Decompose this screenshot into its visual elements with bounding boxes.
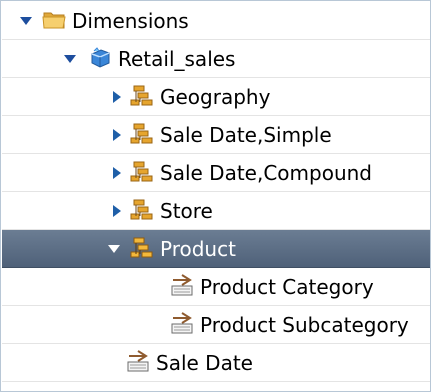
hierarchy-icon [130, 84, 156, 108]
tree-node-retail-sales[interactable]: Retail_sales [2, 40, 430, 78]
tree-node-geography[interactable]: Geography [2, 78, 430, 116]
tree-node-sale-date-compound[interactable]: Sale Date,Compound [2, 154, 430, 192]
collapsed-arrow-icon[interactable] [108, 89, 124, 105]
level-icon [170, 274, 196, 298]
hierarchy-icon [130, 160, 156, 184]
expand-arrow-icon[interactable] [62, 51, 78, 67]
level-icon [170, 312, 196, 336]
tree-node-store[interactable]: Store [2, 192, 430, 230]
tree-node-label: Sale Date,Simple [160, 123, 332, 147]
tree-node-product[interactable]: Product [2, 230, 430, 268]
dimension-tree: Dimensions Retail_sales Geography Sale D… [0, 0, 431, 392]
collapsed-arrow-icon[interactable] [108, 165, 124, 181]
tree-node-label: Store [160, 199, 213, 223]
cube-icon [88, 46, 114, 70]
expand-arrow-icon[interactable] [18, 13, 34, 29]
collapsed-arrow-icon[interactable] [108, 127, 124, 143]
tree-node-label: Product Subcategory [200, 313, 409, 337]
level-icon [126, 350, 152, 374]
tree-node-sale-date-simple[interactable]: Sale Date,Simple [2, 116, 430, 154]
tree-node-product-category[interactable]: Product Category [2, 268, 430, 306]
hierarchy-icon [130, 236, 156, 260]
tree-node-label: Geography [160, 85, 271, 109]
tree-node-dimensions[interactable]: Dimensions [2, 2, 430, 40]
tree-node-sale-date[interactable]: Sale Date [2, 344, 430, 382]
collapsed-arrow-icon[interactable] [108, 203, 124, 219]
tree-node-label: Product [160, 237, 236, 261]
folder-icon [42, 8, 68, 32]
expand-arrow-icon[interactable] [106, 241, 122, 257]
tree-node-label: Sale Date [156, 351, 253, 375]
hierarchy-icon [130, 122, 156, 146]
tree-node-label: Sale Date,Compound [160, 161, 372, 185]
tree-node-label: Retail_sales [118, 47, 236, 71]
tree-node-label: Dimensions [72, 9, 189, 33]
hierarchy-icon [130, 198, 156, 222]
tree-node-label: Product Category [200, 275, 374, 299]
tree-node-product-subcategory[interactable]: Product Subcategory [2, 306, 430, 344]
